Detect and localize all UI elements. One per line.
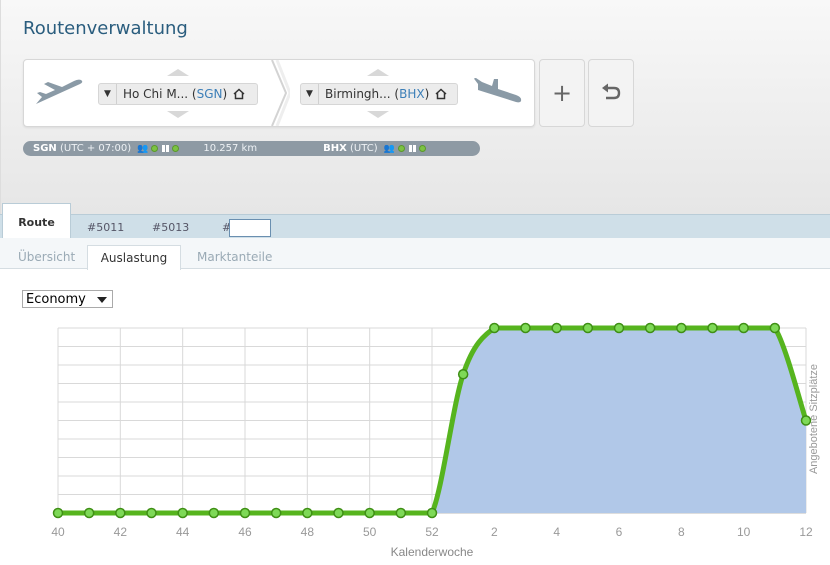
tab-5011[interactable]: #5011	[87, 215, 124, 239]
data-point[interactable]	[489, 322, 500, 334]
info-arr-tz: (UTC)	[349, 143, 378, 154]
x-tick-label: 2	[491, 525, 498, 539]
y-axis-label: Angebotene Sitzplätze	[808, 364, 820, 474]
x-tick-label: 12	[799, 525, 813, 539]
x-tick-label: 52	[425, 525, 439, 539]
tab-5013[interactable]: #5013	[152, 215, 189, 239]
data-point[interactable]	[333, 507, 344, 519]
route-direction-separator	[271, 60, 290, 126]
main-tab-bar: Route #5011 #5013 #	[0, 203, 830, 240]
dep-prev-arrow[interactable]	[167, 69, 189, 76]
arr-next-arrow[interactable]	[367, 111, 389, 118]
info-dep-code: SGN	[33, 143, 57, 154]
data-point[interactable]	[613, 322, 625, 334]
grid-icon	[162, 145, 170, 152]
x-tick-label: 6	[616, 525, 623, 539]
route-selector: ▼ Ho Chi M... (SGN) ▼ Birmingh... (BHX)	[23, 59, 535, 127]
status-dot-icon	[418, 145, 426, 152]
info-arr-code: BHX	[323, 143, 347, 154]
departure-code: SGN	[196, 87, 223, 101]
tab-marktanteile[interactable]: Marktanteile	[197, 250, 272, 264]
x-tick-label: 48	[301, 525, 315, 539]
x-tick-label: 10	[737, 525, 751, 539]
data-point[interactable]	[520, 322, 531, 334]
home-icon[interactable]	[233, 88, 245, 100]
class-select[interactable]: Economy	[22, 290, 113, 308]
data-point[interactable]	[769, 322, 781, 334]
data-point[interactable]	[395, 507, 407, 519]
dep-next-arrow[interactable]	[167, 111, 189, 118]
route-info-bar: SGN (UTC + 07:00) 👥 10.257 km BHX (UTC) …	[23, 141, 480, 156]
x-tick-label: 40	[51, 525, 65, 539]
data-point[interactable]	[302, 507, 313, 519]
x-tick-label: 46	[238, 525, 252, 539]
x-tick-labels: 40 42 44 46 48 50 52 2 4 6 8 10 12	[51, 525, 813, 539]
home-icon[interactable]	[435, 88, 447, 100]
data-point[interactable]	[707, 322, 718, 334]
chevron-down-icon[interactable]: ▼	[99, 84, 117, 104]
data-point[interactable]	[270, 507, 282, 519]
status-dot-icon	[151, 145, 159, 152]
data-point[interactable]	[52, 507, 64, 519]
data-point[interactable]	[676, 322, 687, 334]
data-point[interactable]	[208, 507, 220, 519]
arrival-plane-icon	[474, 78, 522, 103]
capacity-chart: 40 42 44 46 48 50 52 2 4 6 8 10 12 Kalenderwoche Ang…	[51, 322, 820, 559]
x-axis-label: Kalenderwoche	[391, 545, 474, 559]
data-point[interactable]	[551, 322, 562, 334]
arrival-code: BHX	[399, 87, 425, 101]
class-select-value: Economy	[26, 291, 86, 307]
info-dep-tz: (UTC + 07:00)	[59, 143, 132, 154]
arrival-name: Birmingh...	[325, 87, 391, 101]
departure-plane-icon	[36, 79, 83, 104]
arrival-airport-field[interactable]: ▼ Birmingh... (BHX)	[300, 83, 458, 105]
departure-airport-field[interactable]: ▼ Ho Chi M... (SGN)	[98, 83, 258, 105]
people-icon: 👥	[137, 143, 149, 154]
chevron-down-icon[interactable]: ▼	[301, 84, 319, 104]
people-icon: 👥	[383, 143, 395, 154]
data-point[interactable]	[582, 322, 594, 334]
data-point[interactable]	[644, 322, 656, 334]
chevron-down-icon[interactable]	[97, 297, 107, 303]
grid-icon	[408, 145, 416, 152]
x-tick-label: 44	[176, 525, 190, 539]
x-tick-label: 4	[553, 525, 560, 539]
data-point[interactable]	[738, 322, 749, 334]
header: Routenverwaltung ▼ Ho Chi M... (SGN) ▼ B…	[0, 0, 830, 214]
data-point[interactable]	[426, 507, 438, 519]
data-point[interactable]	[115, 507, 126, 519]
arr-prev-arrow[interactable]	[367, 69, 389, 76]
data-point[interactable]	[457, 369, 469, 380]
undo-icon	[602, 83, 621, 100]
data-point[interactable]	[146, 507, 157, 519]
flight-number-input[interactable]	[229, 219, 271, 237]
tab-route[interactable]: Route	[2, 203, 71, 240]
info-distance: 10.257 km	[203, 143, 258, 154]
add-route-button[interactable]: +	[539, 59, 585, 127]
sub-tab-bar: Übersicht Auslastung Marktanteile	[0, 238, 830, 270]
status-dot-icon	[397, 145, 405, 152]
data-point[interactable]	[83, 507, 95, 519]
x-tick-label: 42	[114, 525, 128, 539]
data-point[interactable]	[364, 507, 375, 519]
tab-uebersicht[interactable]: Übersicht	[18, 250, 75, 264]
departure-name: Ho Chi M...	[123, 87, 189, 101]
x-tick-label: 8	[678, 525, 685, 539]
undo-button[interactable]	[588, 59, 634, 127]
data-point[interactable]	[177, 507, 188, 519]
x-tick-label: 50	[363, 525, 377, 539]
data-point[interactable]	[239, 507, 251, 519]
status-dot-icon	[172, 145, 180, 152]
tab-auslastung[interactable]: Auslastung	[87, 245, 181, 270]
page-title: Routenverwaltung	[23, 18, 188, 39]
